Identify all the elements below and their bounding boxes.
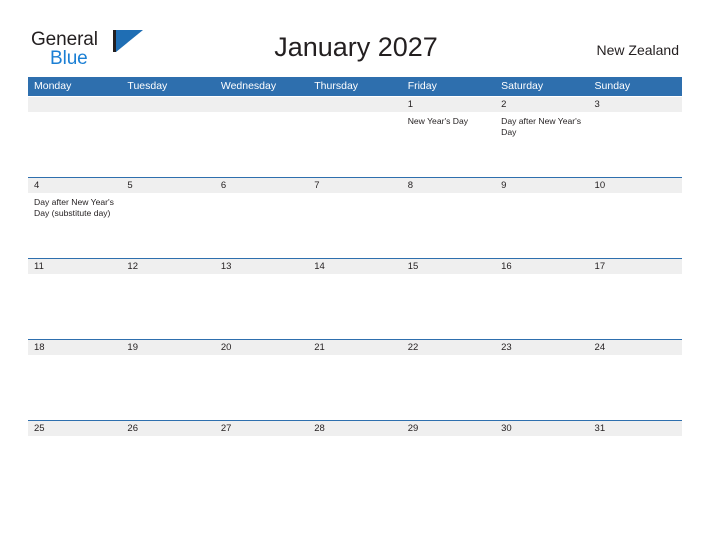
day-number: 5 bbox=[127, 180, 133, 191]
weekday-header-friday: Friday bbox=[407, 80, 437, 92]
day-number: 1 bbox=[407, 99, 413, 110]
calendar-day-cell[interactable]: 1 New Year's Day bbox=[402, 97, 495, 177]
calendar-day-cell[interactable]: 14 bbox=[308, 259, 401, 339]
day-number: 16 bbox=[501, 261, 512, 272]
weekday-header-monday: Monday bbox=[34, 80, 72, 92]
calendar-day-cell[interactable]: 15 bbox=[402, 259, 495, 339]
calendar-day-cell-empty bbox=[121, 97, 214, 177]
day-number: 28 bbox=[314, 423, 325, 434]
weekday-header-tuesday: Tuesday bbox=[127, 80, 168, 92]
calendar-day-cell[interactable]: 21 bbox=[308, 340, 401, 420]
weekday-header-thursday: Thursday bbox=[314, 80, 359, 92]
calendar-day-cell[interactable]: 31 bbox=[589, 421, 682, 501]
calendar-day-cell[interactable]: 10 bbox=[589, 178, 682, 258]
calendar-day-cell[interactable]: 22 bbox=[402, 340, 495, 420]
week-day-cells: 4 Day after New Year's Day (substitute da… bbox=[28, 178, 682, 258]
calendar-day-cell[interactable]: 4 Day after New Year's Day (substitute da… bbox=[28, 178, 121, 258]
day-events: Day after New Year's Day bbox=[501, 112, 588, 139]
calendar-day-cell[interactable]: 30 bbox=[495, 421, 588, 501]
day-number: 15 bbox=[407, 261, 419, 272]
day-number: 25 bbox=[34, 423, 45, 434]
day-events: Day after New Year's Day (substitute day… bbox=[34, 193, 121, 220]
region-label: New Zealand bbox=[596, 42, 680, 58]
day-number: 3 bbox=[594, 99, 600, 110]
calendar-day-cell[interactable]: 2 Day after New Year's Day bbox=[495, 97, 588, 177]
calendar-week-row: 1 New Year's Day 2 Day after New Year's Day… bbox=[28, 96, 682, 177]
calendar-day-cell[interactable]: 17 bbox=[589, 259, 682, 339]
day-number: 30 bbox=[501, 423, 512, 434]
calendar-week-row: 4 Day after New Year's Day (substitute da… bbox=[28, 177, 682, 258]
holiday-label: Day after New Year's Day bbox=[501, 116, 582, 138]
calendar-day-cell[interactable]: 7 bbox=[308, 178, 401, 258]
day-number: 23 bbox=[501, 342, 512, 353]
day-number: 14 bbox=[314, 261, 325, 272]
day-number: 17 bbox=[594, 261, 606, 272]
calendar-day-cell[interactable]: 12 bbox=[121, 259, 214, 339]
calendar-day-cell[interactable]: 27 bbox=[215, 421, 308, 501]
calendar-week-rows: 1 New Year's Day 2 Day after New Year's Day… bbox=[28, 96, 682, 501]
calendar-day-cell[interactable]: 8 bbox=[402, 178, 495, 258]
calendar-day-cell-empty bbox=[28, 97, 121, 177]
calendar-day-cell[interactable]: 13 bbox=[215, 259, 308, 339]
calendar-day-cell[interactable]: 11 bbox=[28, 259, 121, 339]
calendar-day-cell[interactable]: 19 bbox=[121, 340, 214, 420]
weekday-header-sunday: Sunday bbox=[594, 80, 631, 92]
calendar-week-row: 18 19 20 21 22 23 24 bbox=[28, 339, 682, 420]
calendar-day-cell-empty bbox=[308, 97, 401, 177]
calendar-day-cell-empty bbox=[215, 97, 308, 177]
day-number: 18 bbox=[34, 342, 45, 353]
day-number: 4 bbox=[34, 180, 40, 191]
day-number: 29 bbox=[407, 423, 419, 434]
day-number: 19 bbox=[127, 342, 138, 353]
day-number: 6 bbox=[220, 180, 227, 191]
calendar-day-cell[interactable]: 18 bbox=[28, 340, 121, 420]
calendar-day-cell[interactable]: 26 bbox=[121, 421, 214, 501]
day-number: 7 bbox=[314, 180, 320, 191]
day-number: 2 bbox=[501, 99, 507, 110]
day-number: 13 bbox=[220, 261, 232, 272]
day-number: 26 bbox=[127, 423, 138, 434]
week-day-cells: 1 New Year's Day 2 Day after New Year's Day… bbox=[28, 97, 682, 177]
calendar-day-cell[interactable]: 23 bbox=[495, 340, 588, 420]
day-number: 27 bbox=[220, 423, 232, 434]
holiday-label: New Year's Day bbox=[407, 116, 469, 126]
calendar-day-cell[interactable]: 6 bbox=[215, 178, 308, 258]
day-events: New Year's Day bbox=[408, 112, 495, 127]
page-header: General Blue January 2027 New Zealand bbox=[0, 0, 712, 76]
calendar-day-cell[interactable]: 20 bbox=[215, 340, 308, 420]
week-day-cells: 18 19 20 21 22 23 24 bbox=[28, 340, 682, 420]
day-number: 11 bbox=[34, 261, 44, 272]
weekday-header-wednesday: Wednesday bbox=[220, 80, 277, 92]
calendar-day-cell[interactable]: 16 bbox=[495, 259, 588, 339]
week-day-cells: 25 26 27 28 29 30 31 bbox=[28, 421, 682, 501]
weekday-header-saturday: Saturday bbox=[501, 80, 544, 92]
calendar-day-cell[interactable]: 3 bbox=[589, 97, 682, 177]
calendar-day-cell[interactable]: 28 bbox=[308, 421, 401, 501]
day-number: 20 bbox=[220, 342, 232, 353]
calendar-week-row: 11 12 13 14 15 16 17 bbox=[28, 258, 682, 339]
day-number: 10 bbox=[594, 180, 606, 191]
day-number: 24 bbox=[594, 342, 606, 353]
day-number: 31 bbox=[594, 423, 606, 434]
calendar-week-row: 25 26 27 28 29 30 31 bbox=[28, 420, 682, 501]
calendar-day-cell[interactable]: 29 bbox=[402, 421, 495, 501]
calendar-day-cell[interactable]: 25 bbox=[28, 421, 121, 501]
day-number: 21 bbox=[314, 342, 325, 353]
calendar-grid: Monday Tuesday Wednesday Thursday Friday Satu… bbox=[28, 77, 682, 501]
calendar-day-cell[interactable]: 9 bbox=[495, 178, 588, 258]
day-number: 8 bbox=[407, 180, 413, 191]
day-number: 22 bbox=[407, 342, 419, 353]
calendar-weekday-header: Monday Tuesday Wednesday Thursday Friday Satu… bbox=[28, 77, 682, 96]
calendar-day-cell[interactable]: 24 bbox=[589, 340, 682, 420]
day-number: 12 bbox=[127, 261, 138, 272]
week-day-cells: 11 12 13 14 15 16 17 bbox=[28, 259, 682, 339]
day-number: 9 bbox=[501, 180, 507, 191]
holiday-label: Day after New Year's Day (substitute day… bbox=[34, 197, 114, 219]
calendar-day-cell[interactable]: 5 bbox=[121, 178, 214, 258]
